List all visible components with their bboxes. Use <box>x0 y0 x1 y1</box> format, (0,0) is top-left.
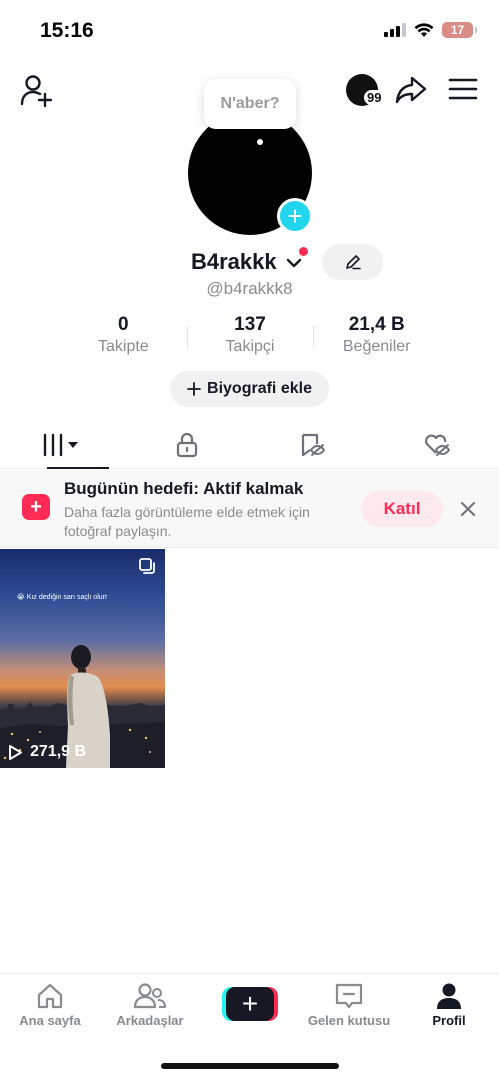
battery-indicator: 17 <box>442 22 477 38</box>
inbox-icon <box>335 983 363 1009</box>
stat-label: Takipçi <box>225 338 275 355</box>
play-count: 271,9 B <box>30 743 87 760</box>
nav-home-label: Ana sayfa <box>19 1013 81 1028</box>
daily-goal-banner: + Bugünün hedefi: Aktif kalmak Daha fazl… <box>0 470 499 548</box>
create-button[interactable]: + <box>222 987 278 1021</box>
tab-favorites[interactable] <box>250 421 375 468</box>
menu-icon[interactable] <box>448 76 478 102</box>
coins-button[interactable]: 99 <box>342 70 390 110</box>
stat-label: Beğeniler <box>342 338 411 355</box>
signal-icon <box>384 23 406 37</box>
lock-icon <box>177 432 198 457</box>
home-indicator <box>161 1063 339 1069</box>
nav-inbox-label: Gelen kutusu <box>307 1013 391 1028</box>
username[interactable]: B4rakkk <box>191 249 277 275</box>
grid-icon <box>44 433 79 456</box>
wifi-icon <box>414 23 434 37</box>
add-bio-button[interactable]: Biyografi ekle <box>170 371 329 407</box>
nav-profile-label: Profil <box>432 1013 466 1028</box>
stats-row: 0 Takipte 137 Takipçi 21,4 B Beğeniler <box>60 314 440 360</box>
add-avatar-icon[interactable]: + <box>277 198 313 234</box>
nav-inbox[interactable]: Gelen kutusu <box>299 982 399 1028</box>
close-icon[interactable] <box>458 499 478 519</box>
stat-value: 21,4 B <box>348 314 405 335</box>
status-time: 15:16 <box>40 19 94 42</box>
stat-value: 137 <box>234 314 266 335</box>
join-button[interactable]: Katıl <box>361 491 443 527</box>
multi-photo-icon <box>139 558 155 574</box>
nav-friends-label: Arkadaşlar <box>116 1013 184 1028</box>
nav-profile[interactable]: Profil <box>399 982 499 1028</box>
chevron-down-icon[interactable] <box>285 254 303 272</box>
add-friend-icon[interactable] <box>18 72 54 108</box>
profile-icon <box>437 983 461 1009</box>
coin-count: 99 <box>364 90 385 105</box>
user-handle: @b4rakkk8 <box>206 279 293 298</box>
pencil-icon <box>345 255 361 270</box>
goal-camera-plus-icon: + <box>22 494 50 520</box>
home-icon <box>37 983 63 1009</box>
stat-followers[interactable]: 137 Takipçi <box>186 314 314 360</box>
bookmark-hidden-icon <box>301 433 326 456</box>
profile-tabs <box>0 421 499 469</box>
play-icon <box>9 744 22 760</box>
tab-liked[interactable] <box>374 421 499 468</box>
status-icons: 17 <box>384 22 477 38</box>
plus-icon: + <box>226 987 274 1021</box>
status-bar: 15:16 17 <box>0 0 499 62</box>
stat-following[interactable]: 0 Takipte <box>60 314 187 360</box>
share-icon[interactable] <box>394 74 428 106</box>
add-bio-label: Biyografi ekle <box>207 380 312 397</box>
nav-friends[interactable]: Arkadaşlar <box>100 982 200 1028</box>
view-count: 271,9 B <box>8 743 86 761</box>
nav-home[interactable]: Ana sayfa <box>0 982 100 1028</box>
edit-profile-button[interactable] <box>322 244 383 280</box>
plus-icon <box>187 382 201 396</box>
goal-title: Bugünün hedefi: Aktif kalmak <box>64 479 304 498</box>
notification-dot <box>299 247 308 256</box>
video-thumbnail[interactable]: 😭 Kız dediğin sarı saçlı olurr 271,9 B <box>0 549 165 768</box>
stat-likes[interactable]: 21,4 B Beğeniler <box>313 314 440 360</box>
tab-private[interactable] <box>125 421 250 468</box>
tab-videos[interactable] <box>0 421 125 469</box>
video-caption: 😭 Kız dediğin sarı saçlı olurr <box>16 594 108 601</box>
status-bubble[interactable]: N'aber? <box>204 79 296 129</box>
bubble-tail <box>257 139 263 145</box>
stat-label: Takipte <box>97 338 149 355</box>
goal-description: Daha fazla görüntüleme elde etmek için f… <box>64 504 310 539</box>
heart-hidden-icon <box>424 434 450 456</box>
friends-icon <box>134 983 166 1009</box>
name-row: B4rakkk <box>0 244 499 280</box>
stat-value: 0 <box>118 314 129 335</box>
